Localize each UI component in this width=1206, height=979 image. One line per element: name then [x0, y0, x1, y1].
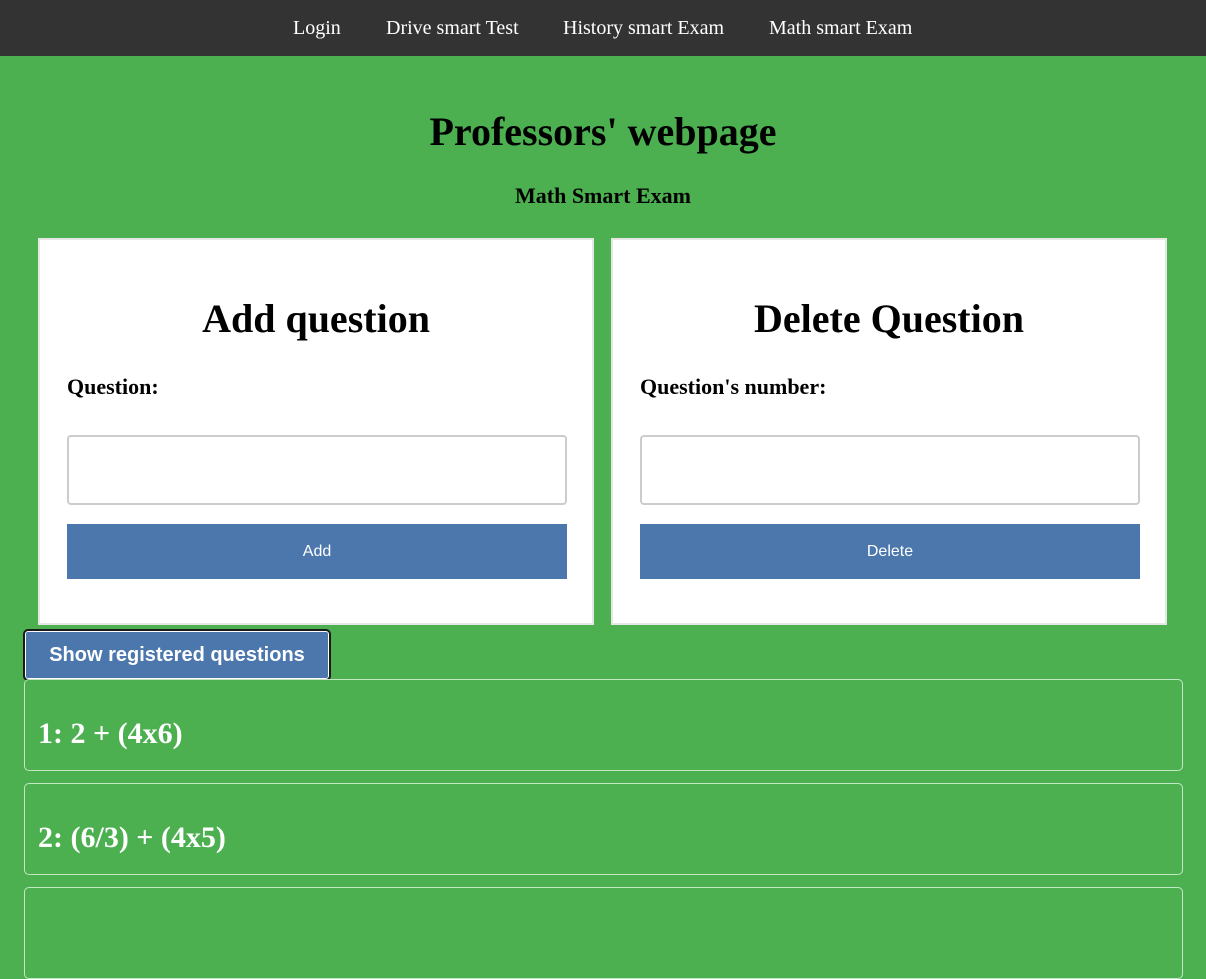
question-list-item: [24, 887, 1183, 979]
show-registered-questions-button[interactable]: Show registered questions: [23, 629, 331, 681]
question-text: 1: 2 + (4x6): [38, 717, 183, 750]
add-question-card: Add question Question: Add: [38, 238, 594, 625]
nav-link-math-smart-exam[interactable]: Math smart Exam: [769, 15, 912, 41]
top-navbar: Login Drive smart Test History smart Exa…: [0, 0, 1206, 56]
question-list-item: 2: (6/3) + (4x5): [24, 783, 1183, 875]
page-subtitle: Math Smart Exam: [515, 183, 691, 208]
question-number-input[interactable]: [640, 435, 1140, 505]
question-text: 2: (6/3) + (4x5): [38, 821, 226, 854]
nav-link-login[interactable]: Login: [293, 15, 341, 41]
delete-question-title: Delete Question: [754, 296, 1024, 341]
add-question-title: Add question: [202, 296, 430, 341]
question-input[interactable]: [67, 435, 567, 505]
question-list-item: 1: 2 + (4x6): [24, 679, 1183, 771]
nav-link-history-smart-exam[interactable]: History smart Exam: [563, 15, 724, 41]
delete-button[interactable]: Delete: [640, 524, 1140, 579]
page-title: Professors' webpage: [429, 109, 777, 154]
add-button[interactable]: Add: [67, 524, 567, 579]
question-label: Question:: [67, 374, 159, 399]
delete-question-card: Delete Question Question's number: Delet…: [611, 238, 1167, 625]
question-number-label: Question's number:: [640, 374, 827, 399]
nav-link-drive-smart-test[interactable]: Drive smart Test: [386, 15, 519, 41]
